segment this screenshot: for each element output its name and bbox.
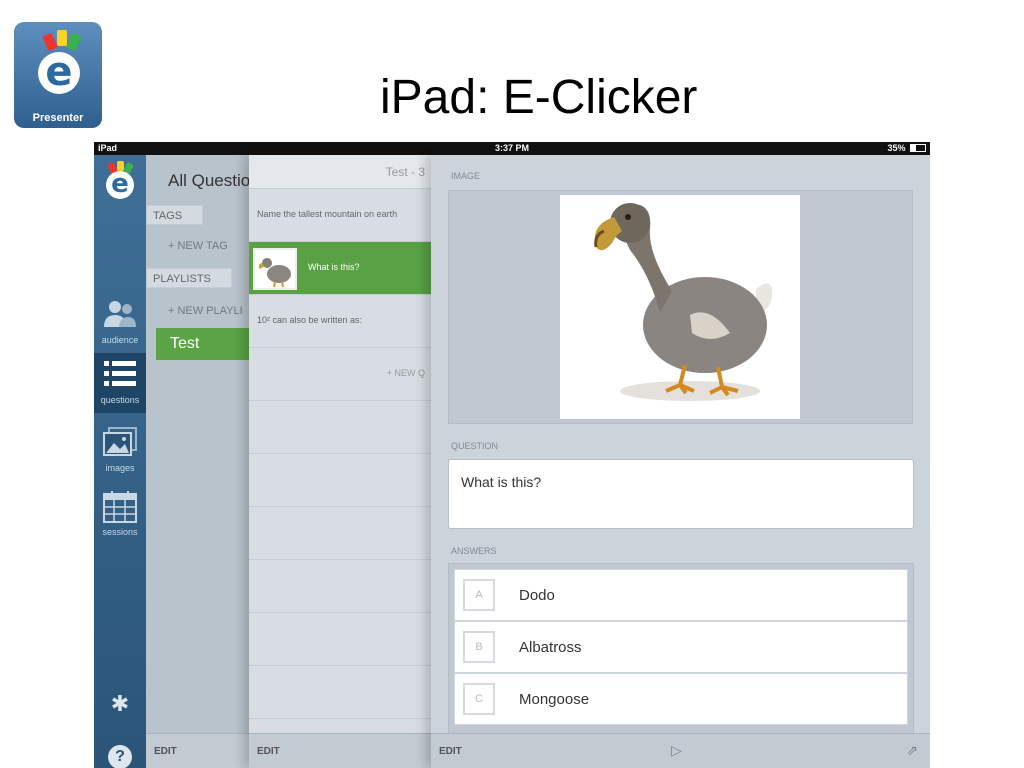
rail-item-audience[interactable]: audience <box>94 293 146 353</box>
slide-title: iPad: E-Clicker <box>380 71 698 124</box>
question-row[interactable]: Name the tallest mountain on earth <box>249 189 431 242</box>
rail-item-label: sessions <box>102 527 138 537</box>
status-bar: iPad 3:37 PM 35% <box>94 142 930 155</box>
answer-text[interactable]: Dodo <box>519 587 555 604</box>
answer-row-a[interactable]: A Dodo <box>454 569 908 621</box>
detail-toolbar: EDIT ▷ ⇗ <box>431 733 930 768</box>
share-icon[interactable]: ⇗ <box>906 734 918 768</box>
new-playlist-button[interactable]: + NEW PLAYLI <box>168 305 243 317</box>
rail-item-label: questions <box>100 395 140 405</box>
answer-row-c[interactable]: C Mongoose <box>454 673 908 725</box>
battery-indicator: 35% <box>887 143 926 153</box>
people-icon <box>104 301 136 327</box>
image-icon <box>103 427 137 456</box>
rail-item-questions[interactable]: questions <box>94 353 146 413</box>
empty-row <box>249 560 431 613</box>
slide: e Presenter iPad: E-Clicker iPad 3:37 PM… <box>0 0 1024 768</box>
gear-icon[interactable]: ✱ <box>108 693 132 717</box>
answer-text[interactable]: Albatross <box>519 639 582 656</box>
answers-section-label: ANSWERS <box>451 546 497 556</box>
rail-item-label: images <box>105 463 135 473</box>
battery-percent: 35% <box>887 143 906 153</box>
presenter-app-icon[interactable]: e Presenter <box>14 22 102 128</box>
new-question-button[interactable]: + NEW Q <box>249 348 431 401</box>
rail-item-sessions[interactable]: sessions <box>94 485 146 545</box>
image-area[interactable] <box>448 190 913 424</box>
playlists-section[interactable]: PLAYLISTS <box>146 268 232 288</box>
empty-row <box>249 454 431 507</box>
empty-row <box>249 613 431 666</box>
new-tag-button[interactable]: + NEW TAG <box>168 240 228 252</box>
question-text-field[interactable]: What is this? <box>448 459 914 529</box>
playlist-header: Test - 3 <box>249 155 431 189</box>
help-icon[interactable]: ? <box>108 745 132 768</box>
question-detail-panel: IMAGE QUESTION What is this? ANSWERS A D… <box>431 155 930 768</box>
empty-row <box>249 507 431 560</box>
empty-row <box>249 401 431 454</box>
answer-text[interactable]: Mongoose <box>519 691 589 708</box>
question-list-panel: Test - 3 Name the tallest mountain on ea… <box>249 155 431 768</box>
image-section-label: IMAGE <box>451 171 481 181</box>
rail-item-label: audience <box>101 335 139 345</box>
question-list-edit-button[interactable]: EDIT <box>249 733 431 768</box>
question-row[interactable]: 10² can also be written as: <box>249 295 431 348</box>
question-row-label: What is this? <box>308 262 360 272</box>
ipad-screen: iPad 3:37 PM 35% e audience questions im… <box>94 142 930 768</box>
app-logo-icon[interactable]: e <box>102 161 138 201</box>
rail-item-images[interactable]: images <box>94 421 146 481</box>
empty-row <box>249 666 431 719</box>
library-title[interactable]: All Questio <box>168 171 250 191</box>
nav-rail: e audience questions images sessions ✱ ? <box>94 155 146 768</box>
dodo-thumbnail <box>253 248 297 290</box>
answer-letter-badge[interactable]: B <box>463 631 495 663</box>
calendar-icon <box>103 491 137 523</box>
e-logo-icon: e <box>38 52 80 94</box>
app-icon-label: Presenter <box>32 112 84 124</box>
tags-section[interactable]: TAGS <box>146 205 204 225</box>
answer-letter-badge[interactable]: C <box>463 683 495 715</box>
yellow-flag-icon <box>57 30 67 46</box>
dodo-image <box>560 195 800 419</box>
play-icon[interactable]: ▷ <box>671 734 682 768</box>
question-section-label: QUESTION <box>451 441 499 451</box>
answer-row-b[interactable]: B Albatross <box>454 621 908 673</box>
detail-edit-button[interactable]: EDIT <box>439 746 462 757</box>
battery-icon <box>910 144 926 152</box>
answers-list: A Dodo B Albatross C Mongoose <box>448 563 914 743</box>
answer-letter-badge[interactable]: A <box>463 579 495 611</box>
list-icon <box>104 361 136 386</box>
clock: 3:37 PM <box>494 143 529 153</box>
question-row-selected[interactable]: What is this? <box>249 242 431 295</box>
